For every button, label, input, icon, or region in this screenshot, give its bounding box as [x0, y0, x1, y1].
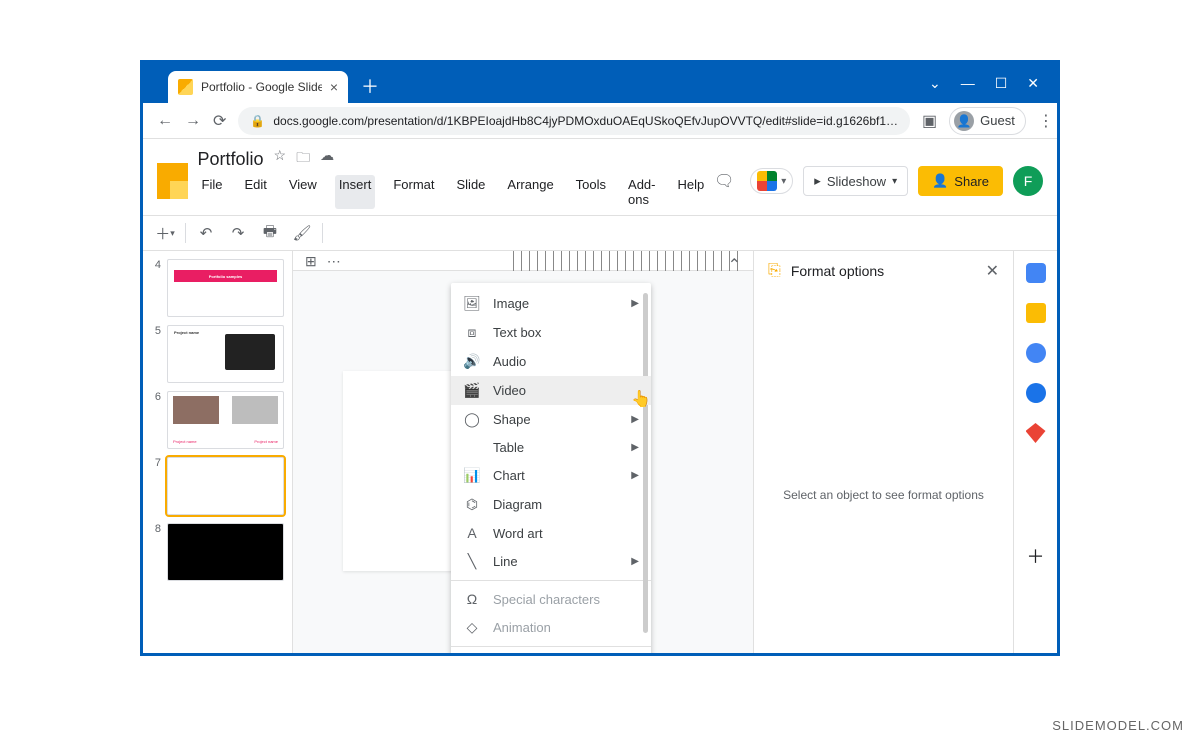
- collapse-panel-icon[interactable]: ⌃: [728, 255, 741, 275]
- slides-favicon: [178, 79, 193, 95]
- menu-arrange[interactable]: Arrange: [503, 175, 557, 209]
- menu-edit[interactable]: Edit: [240, 175, 270, 209]
- insert-special-characters: ΩSpecial characters: [451, 585, 651, 613]
- slide-thumb-6[interactable]: 6Project nameProject name: [143, 387, 292, 453]
- comments-history-icon[interactable]: 🗨: [708, 165, 740, 197]
- more-icon[interactable]: ⋯: [327, 253, 341, 270]
- insert-link: 🔗LinkCtrl+K: [451, 651, 651, 656]
- app-window: Portfolio - Google Slides × ＋ ⌄ — ☐ ✕ ← …: [140, 60, 1060, 656]
- insert-chart[interactable]: 📊Chart▶: [451, 461, 651, 490]
- lock-person-icon: 👤: [932, 173, 948, 189]
- menu-slide[interactable]: Slide: [453, 175, 490, 209]
- slides-logo-icon[interactable]: [157, 163, 188, 199]
- format-options-panel: ⎘ Format options ✕ Select an object to s…: [753, 251, 1013, 656]
- format-icon: ⎘: [768, 262, 781, 280]
- contacts-icon[interactable]: [1026, 383, 1046, 403]
- close-window-icon[interactable]: ✕: [1027, 75, 1039, 92]
- close-tab-icon[interactable]: ×: [330, 79, 338, 95]
- slide-thumb-7[interactable]: 7: [143, 453, 292, 519]
- play-icon: ▸: [814, 173, 821, 189]
- menu-format[interactable]: Format: [389, 175, 438, 209]
- tab-title: Portfolio - Google Slides: [201, 80, 322, 94]
- guest-label: Guest: [980, 113, 1015, 128]
- chevron-down-icon[interactable]: ⌄: [929, 75, 941, 92]
- new-slide-button[interactable]: ＋▾: [153, 221, 177, 245]
- menu-insert[interactable]: Insert: [335, 175, 376, 209]
- insert-word-art[interactable]: AWord art: [451, 519, 651, 547]
- meet-icon: [757, 171, 777, 191]
- slideshow-button[interactable]: ▸ Slideshow ▾: [803, 166, 908, 196]
- address-bar: ← → ⟳ 🔒 docs.google.com/presentation/d/1…: [143, 103, 1057, 139]
- insert-table[interactable]: Table▶: [451, 434, 651, 461]
- slide-panel[interactable]: 4Portfolio samples5Project name6Project …: [143, 251, 293, 656]
- menu-tools[interactable]: Tools: [572, 175, 610, 209]
- insert-audio[interactable]: 🔊Audio: [451, 347, 651, 376]
- url-input[interactable]: 🔒 docs.google.com/presentation/d/1KBPEIo…: [238, 107, 910, 135]
- menu-view[interactable]: View: [285, 175, 321, 209]
- insert-line[interactable]: ╲Line▶: [451, 547, 651, 576]
- format-panel-title: Format options: [791, 263, 884, 279]
- insert-shape[interactable]: ◯Shape▶: [451, 405, 651, 434]
- side-panel-icons: ＋ ›: [1013, 251, 1057, 656]
- print-icon[interactable]: 🖶: [258, 221, 282, 245]
- meet-button[interactable]: ▾: [750, 168, 793, 194]
- close-panel-icon[interactable]: ✕: [986, 261, 999, 281]
- window-controls: ⌄ — ☐ ✕: [929, 75, 1047, 92]
- insert-animation: ◇Animation: [451, 613, 651, 642]
- slide-thumb-4[interactable]: 4Portfolio samples: [143, 255, 292, 321]
- guest-avatar-icon: 👤: [954, 111, 974, 131]
- insert-video[interactable]: 🎬Video: [451, 376, 651, 405]
- format-panel-empty-message: Select an object to see format options: [783, 488, 984, 502]
- url-text: docs.google.com/presentation/d/1KBPEIoaj…: [273, 114, 898, 128]
- insert-image[interactable]: 🖼Image▶: [451, 289, 651, 318]
- keep-icon[interactable]: [1026, 303, 1046, 323]
- menu-add-ons[interactable]: Add-ons: [624, 175, 659, 209]
- kebab-menu-icon[interactable]: ⋮: [1038, 111, 1054, 131]
- redo-icon[interactable]: ↷: [226, 221, 250, 245]
- menu-help[interactable]: Help: [674, 175, 709, 209]
- undo-icon[interactable]: ↶: [194, 221, 218, 245]
- lock-icon: 🔒: [250, 114, 265, 128]
- star-icon[interactable]: ☆: [274, 147, 287, 171]
- user-avatar[interactable]: F: [1013, 166, 1043, 196]
- minimize-icon[interactable]: —: [961, 75, 975, 91]
- guest-profile[interactable]: 👤 Guest: [949, 107, 1026, 135]
- cloud-status-icon[interactable]: ☁: [320, 147, 334, 171]
- menu-bar: File Edit View Insert Format Slide Arrange Tool…: [198, 171, 709, 215]
- share-button[interactable]: 👤 Share: [918, 166, 1003, 196]
- paint-format-icon[interactable]: 🖌: [290, 221, 314, 245]
- ruler: ⊞ ⋯ ⌃: [293, 251, 753, 271]
- move-icon[interactable]: 🗀: [296, 147, 310, 171]
- insert-text-box[interactable]: ⧈Text box: [451, 318, 651, 347]
- tasks-icon[interactable]: [1026, 343, 1046, 363]
- document-title[interactable]: Portfolio: [198, 149, 264, 170]
- back-icon[interactable]: ←: [157, 112, 173, 130]
- forward-icon[interactable]: →: [185, 112, 201, 130]
- slide-thumb-5[interactable]: 5Project name: [143, 321, 292, 387]
- new-tab-button[interactable]: ＋: [358, 74, 382, 98]
- insert-menu-dropdown: 🖼Image▶⧈Text box🔊Audio🎬Video◯Shape▶Table…: [451, 283, 651, 656]
- maps-icon[interactable]: [1026, 423, 1046, 443]
- add-addon-icon[interactable]: ＋: [1027, 543, 1045, 569]
- reader-icon[interactable]: ▣: [922, 111, 937, 131]
- maximize-icon[interactable]: ☐: [995, 75, 1008, 92]
- insert-diagram[interactable]: ⌬Diagram: [451, 490, 651, 519]
- browser-tab[interactable]: Portfolio - Google Slides ×: [168, 71, 348, 103]
- calendar-icon[interactable]: [1026, 263, 1046, 283]
- toolbar: ＋▾ ↶ ↷ 🖶 🖌: [143, 215, 1057, 251]
- menu-file[interactable]: File: [198, 175, 227, 209]
- watermark: SLIDEMODEL.COM: [1052, 718, 1184, 733]
- app-header: Portfolio ☆ 🗀 ☁ File Edit View Insert Format…: [143, 139, 1057, 215]
- browser-titlebar: Portfolio - Google Slides × ＋ ⌄ — ☐ ✕: [143, 63, 1057, 103]
- slide-thumb-8[interactable]: 8: [143, 519, 292, 585]
- add-comment-icon[interactable]: ⊞: [305, 253, 317, 270]
- canvas-area[interactable]: ⊞ ⋯ ⌃ ✦ 🖼Image▶⧈Text box🔊Audio🎬Video◯Sha…: [293, 251, 753, 656]
- reload-icon[interactable]: ⟳: [213, 111, 226, 131]
- main-area: 4Portfolio samples5Project name6Project …: [143, 251, 1057, 656]
